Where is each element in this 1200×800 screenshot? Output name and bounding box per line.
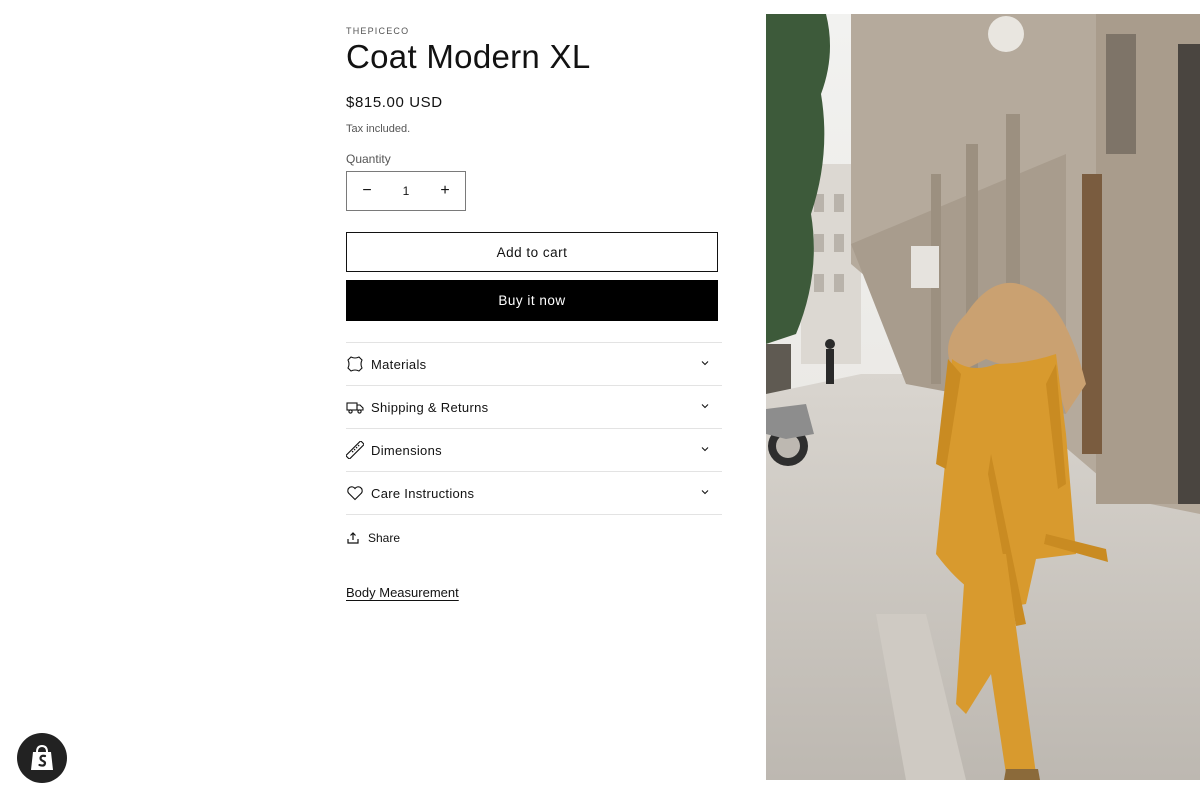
chevron-down-icon bbox=[701, 447, 709, 452]
chevron-down-icon bbox=[701, 361, 709, 366]
ruler-icon bbox=[346, 441, 364, 459]
tax-note: Tax included. bbox=[346, 123, 411, 135]
product-price: $815.00 USD bbox=[346, 94, 443, 111]
accordion-care-instructions[interactable]: Care Instructions bbox=[346, 472, 722, 515]
accordion-materials[interactable]: Materials bbox=[346, 343, 722, 386]
product-image[interactable] bbox=[766, 14, 1200, 780]
accordion-label: Dimensions bbox=[371, 442, 442, 458]
product-vendor: THEPICECO bbox=[346, 26, 410, 36]
shopify-badge[interactable] bbox=[17, 733, 67, 783]
accordion-label: Materials bbox=[371, 356, 427, 372]
product-title: Coat Modern XL bbox=[346, 38, 591, 75]
accordion-label: Care Instructions bbox=[371, 485, 475, 501]
share-label: Share bbox=[368, 531, 401, 545]
shopify-bag-icon bbox=[31, 744, 53, 770]
heart-icon bbox=[346, 484, 364, 502]
body-measurement-link[interactable]: Body Measurement bbox=[346, 585, 459, 600]
buy-it-now-button[interactable]: Buy it now bbox=[346, 280, 718, 321]
quantity-increase-button[interactable]: + bbox=[425, 172, 465, 210]
share-icon bbox=[347, 532, 359, 544]
share-button[interactable]: Share bbox=[346, 531, 400, 545]
quantity-input[interactable]: 1 bbox=[387, 184, 425, 198]
truck-icon bbox=[346, 398, 364, 416]
chevron-down-icon bbox=[701, 490, 709, 495]
chevron-down-icon bbox=[701, 404, 709, 409]
leather-icon bbox=[346, 355, 364, 373]
product-photo-illustration bbox=[766, 14, 1200, 780]
quantity-label: Quantity bbox=[346, 152, 391, 166]
quantity-decrease-button[interactable]: − bbox=[347, 172, 387, 210]
accordion-dimensions[interactable]: Dimensions bbox=[346, 429, 722, 472]
product-accordion: Materials Shipping & Returns Dimensions … bbox=[346, 342, 722, 515]
add-to-cart-button[interactable]: Add to cart bbox=[346, 232, 718, 272]
accordion-shipping-returns[interactable]: Shipping & Returns bbox=[346, 386, 722, 429]
accordion-label: Shipping & Returns bbox=[371, 399, 489, 415]
quantity-stepper: − 1 + bbox=[346, 171, 466, 211]
